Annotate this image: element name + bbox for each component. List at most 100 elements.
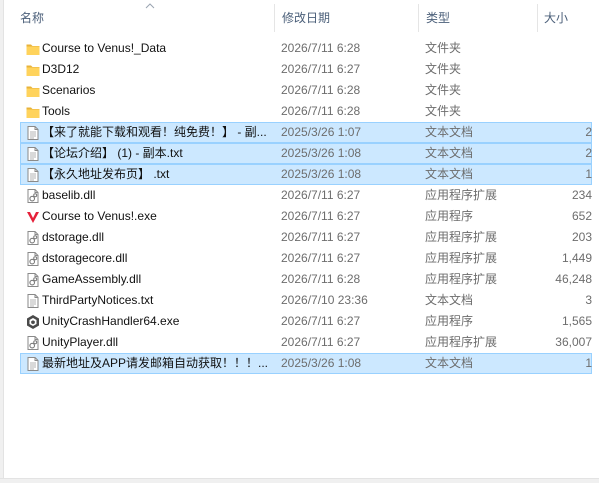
file-size: 3: [585, 293, 592, 307]
text-document-icon: [25, 125, 41, 141]
column-header-bar: 名称 修改日期 类型 大小: [4, 0, 599, 34]
sort-ascending-icon: [145, 3, 155, 9]
file-row[interactable]: GameAssembly.dll 2026/7/11 6:28 应用程序扩展 46,2…: [20, 269, 592, 290]
file-modified-date: 2026/7/11 6:27: [281, 335, 361, 349]
file-type: 应用程序扩展: [425, 251, 498, 265]
file-type: 文本文档: [425, 125, 474, 139]
file-type: 文本文档: [425, 167, 474, 181]
text-document-icon: [25, 146, 41, 162]
file-modified-date: 2026/7/11 6:28: [281, 83, 361, 97]
column-header-size[interactable]: 大小: [544, 0, 568, 34]
file-type: 应用程序: [425, 314, 474, 328]
file-size: 46,248: [555, 272, 592, 286]
unity-app-icon: [25, 314, 41, 330]
file-row[interactable]: 最新地址及APP请发邮箱自动获取！！！... 2025/3/26 1:08 文本文档…: [20, 353, 592, 374]
file-row[interactable]: ThirdPartyNotices.txt 2026/7/10 23:36 文本文档…: [20, 290, 592, 311]
file-type: 文件夹: [425, 41, 462, 55]
file-modified-date: 2026/7/11 6:28: [281, 272, 361, 286]
file-name: Course to Venus!_Data: [42, 41, 167, 55]
file-modified-date: 2025/3/26 1:07: [281, 125, 362, 139]
window-left-edge: [0, 0, 4, 482]
column-divider[interactable]: [537, 4, 538, 32]
file-type: 应用程序扩展: [425, 188, 498, 202]
file-size: 1: [585, 167, 592, 181]
text-document-icon: [25, 356, 41, 372]
dll-file-icon: [25, 335, 41, 351]
file-size: 1,449: [561, 251, 592, 265]
file-modified-date: 2026/7/11 6:27: [281, 209, 361, 223]
file-row[interactable]: Scenarios 2026/7/11 6:28 文件夹: [20, 80, 592, 101]
file-modified-date: 2026/7/11 6:27: [281, 188, 361, 202]
file-type: 文件夹: [425, 104, 462, 118]
file-size: 234: [571, 188, 592, 202]
file-size: [525, 60, 592, 79]
file-row[interactable]: baselib.dll 2026/7/11 6:27 应用程序扩展 234: [20, 185, 592, 206]
file-row[interactable]: 【永久地址发布页】 .txt 2025/3/26 1:08 文本文档 1: [20, 164, 592, 185]
file-type: 文本文档: [425, 356, 474, 370]
file-modified-date: 2026/7/10 23:36: [281, 293, 368, 307]
file-name: dstorage.dll: [42, 230, 105, 244]
file-size: [525, 102, 592, 121]
file-size: [525, 81, 592, 100]
file-type: 应用程序扩展: [425, 272, 498, 286]
file-row[interactable]: dstoragecore.dll 2026/7/11 6:27 应用程序扩展 1,44…: [20, 248, 592, 269]
window-bottom-edge: [0, 478, 599, 483]
file-name: 【来了就能下载和观看！纯免费！】 - 副...: [42, 125, 267, 139]
file-size: 36,007: [555, 335, 592, 349]
column-divider[interactable]: [418, 4, 419, 32]
dll-file-icon: [25, 251, 41, 267]
file-size: 1,565: [561, 314, 592, 328]
file-row[interactable]: D3D12 2026/7/11 6:27 文件夹: [20, 59, 592, 80]
file-modified-date: 2026/7/11 6:27: [281, 251, 361, 265]
file-type: 应用程序扩展: [425, 335, 498, 349]
file-row[interactable]: UnityCrashHandler64.exe 2026/7/11 6:27 应用程…: [20, 311, 592, 332]
file-row[interactable]: 【来了就能下载和观看！纯免费！】 - 副... 2025/3/26 1:07 文本文…: [20, 122, 592, 143]
file-modified-date: 2025/3/26 1:08: [281, 167, 362, 181]
text-document-icon: [25, 293, 41, 309]
file-size: [525, 39, 592, 58]
folder-icon: [25, 62, 41, 78]
file-type: 文件夹: [425, 83, 462, 97]
file-name: GameAssembly.dll: [42, 272, 142, 286]
file-type: 文本文档: [425, 293, 474, 307]
dll-file-icon: [25, 272, 41, 288]
column-divider[interactable]: [274, 4, 275, 32]
file-row[interactable]: UnityPlayer.dll 2026/7/11 6:27 应用程序扩展 36,00…: [20, 332, 592, 353]
folder-icon: [25, 83, 41, 99]
folder-icon: [25, 41, 41, 57]
file-type: 文件夹: [425, 62, 462, 76]
file-name: 【论坛介绍】 (1) - 副本.txt: [42, 146, 183, 160]
file-row[interactable]: 【论坛介绍】 (1) - 副本.txt 2025/3/26 1:08 文本文档 2: [20, 143, 592, 164]
text-document-icon: [25, 167, 41, 183]
file-name: 最新地址及APP请发邮箱自动获取！！！...: [42, 356, 269, 370]
file-type: 应用程序: [425, 209, 474, 223]
file-name: ThirdPartyNotices.txt: [42, 293, 154, 307]
file-row[interactable]: Course to Venus!.exe 2026/7/11 6:27 应用程序 65…: [20, 206, 592, 227]
file-name: UnityCrashHandler64.exe: [42, 314, 180, 328]
file-size: 2: [585, 125, 592, 139]
file-row[interactable]: Course to Venus!_Data 2026/7/11 6:28 文件夹: [20, 38, 592, 59]
file-modified-date: 2025/3/26 1:08: [281, 356, 362, 370]
file-name: 【永久地址发布页】 .txt: [42, 167, 170, 181]
file-name: UnityPlayer.dll: [42, 335, 119, 349]
column-header-date[interactable]: 修改日期: [282, 0, 330, 34]
file-size: 652: [571, 209, 592, 223]
file-modified-date: 2025/3/26 1:08: [281, 146, 362, 160]
file-modified-date: 2026/7/11 6:27: [281, 62, 361, 76]
column-header-name[interactable]: 名称: [20, 0, 44, 34]
file-name: dstoragecore.dll: [42, 251, 128, 265]
file-modified-date: 2026/7/11 6:28: [281, 104, 361, 118]
folder-icon: [25, 104, 41, 120]
file-type: 文本文档: [425, 146, 474, 160]
file-name: Course to Venus!.exe: [42, 209, 157, 223]
file-name: baselib.dll: [42, 188, 96, 202]
file-row[interactable]: dstorage.dll 2026/7/11 6:27 应用程序扩展 203: [20, 227, 592, 248]
column-header-type[interactable]: 类型: [426, 0, 450, 34]
file-name: Scenarios: [42, 83, 96, 97]
file-size: 2: [585, 146, 592, 160]
dll-file-icon: [25, 188, 41, 204]
file-row[interactable]: Tools 2026/7/11 6:28 文件夹: [20, 101, 592, 122]
file-modified-date: 2026/7/11 6:28: [281, 41, 361, 55]
file-name: Tools: [42, 104, 71, 118]
file-name: D3D12: [42, 62, 80, 76]
